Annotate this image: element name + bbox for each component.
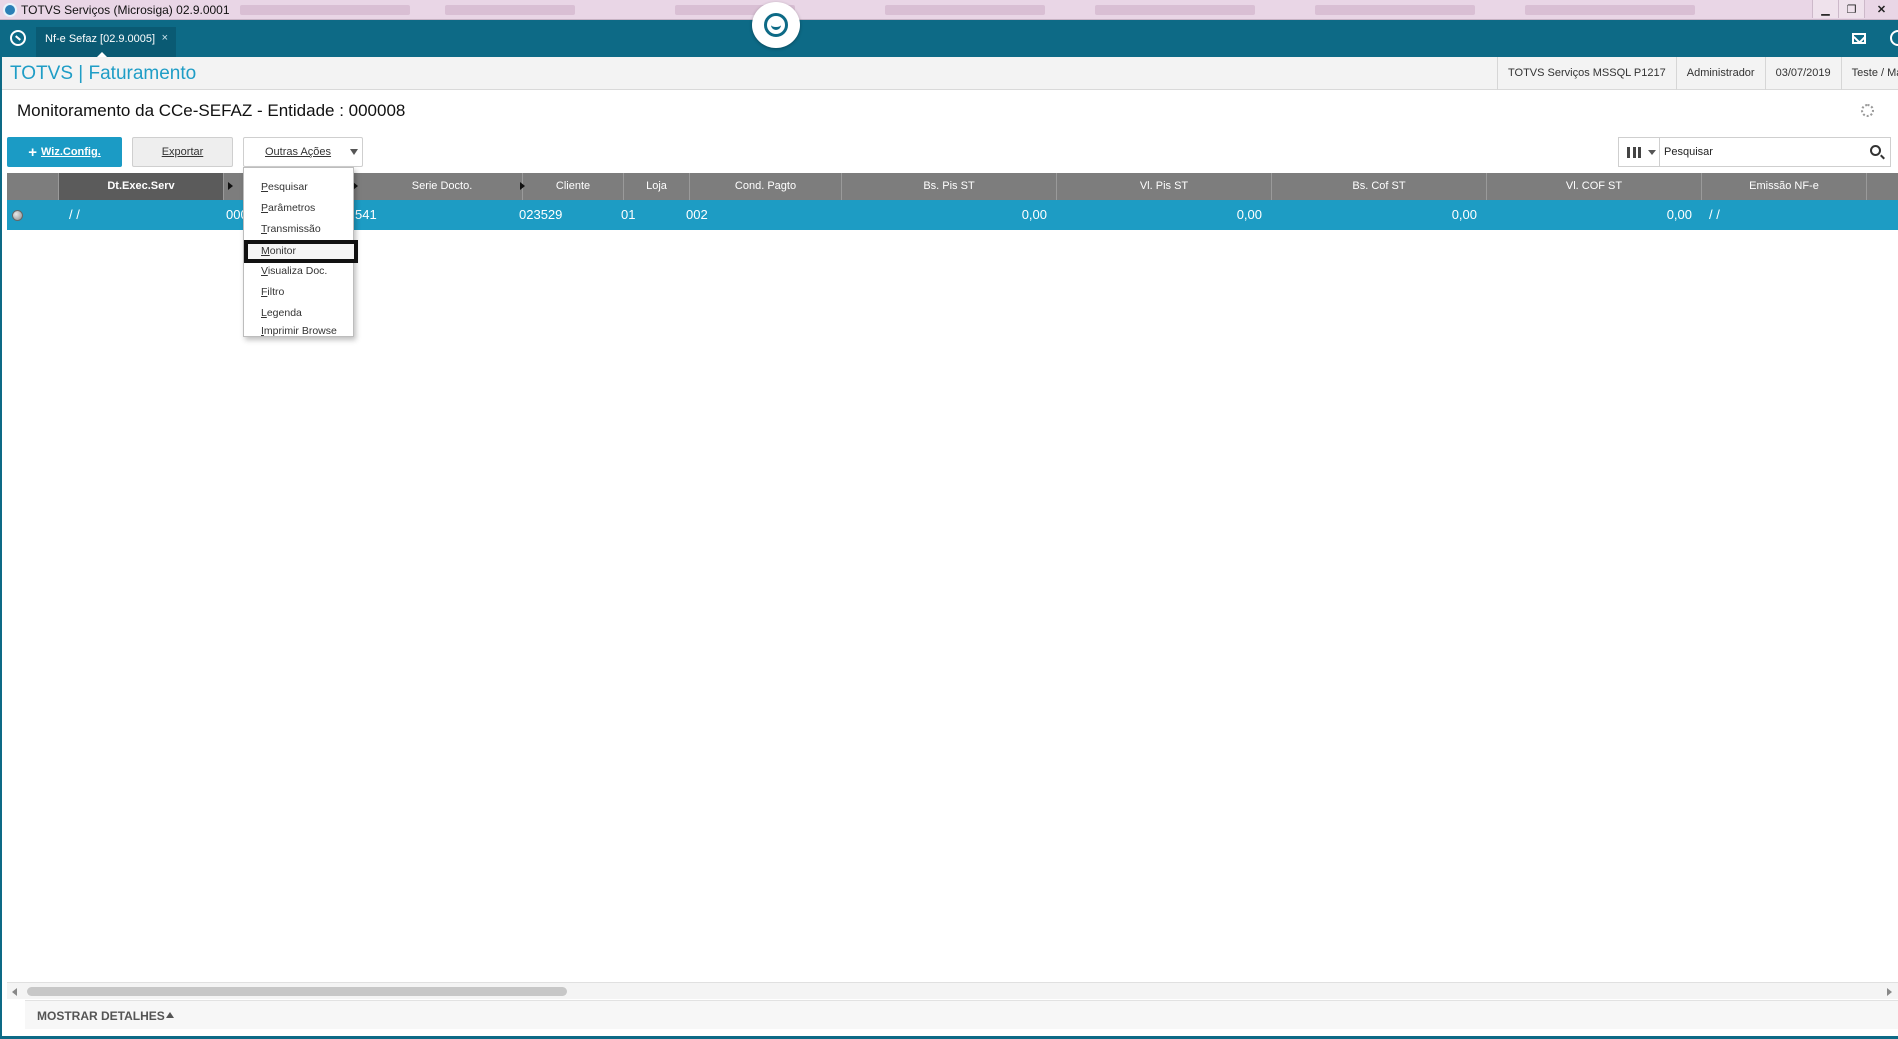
menu-item-mnemonic: M [261,245,270,257]
scroll-left-icon[interactable] [12,988,17,996]
background-tab-placeholder [445,5,575,15]
window-titlebar: TOTVS Serviços (Microsiga) 02.9.0001 ▁ ❐… [0,0,1898,20]
menu-item-visualiza-doc[interactable]: Visualiza Doc. [244,262,353,281]
menu-item-mnemonic: P [261,181,269,193]
totvs-logo [752,2,800,48]
column-resize-arrow-icon[interactable] [228,182,233,190]
more-actions-menu: Pesquisar Parâmetros Transmissão Monitor… [243,167,358,338]
show-details-label: MOSTRAR DETALHES [37,1009,165,1023]
date-info[interactable]: 03/07/2019 [1764,57,1841,90]
cell-serie-docto: 541 [355,207,377,222]
search-icon[interactable] [1870,145,1881,156]
background-tab-placeholder [885,5,1045,15]
search-input[interactable] [1664,142,1854,162]
home-icon[interactable] [10,30,26,46]
background-tab-placeholder [1525,5,1695,15]
window-title: TOTVS Serviços (Microsiga) 02.9.0001 [21,3,230,17]
column-header-emissao-nfe[interactable]: Emissão NF-e [1702,173,1867,200]
column-chooser-button[interactable] [1619,138,1660,166]
window-controls: ▁ ❐ ✕ [1812,0,1898,19]
horizontal-scrollbar[interactable] [7,982,1898,999]
session-info: TOTVS Serviços MSSQL P1217 Administrador… [1497,57,1898,90]
legend-column-header[interactable] [7,173,59,200]
cell-cliente: 023529 [519,207,563,222]
menu-item-imprimir-browse[interactable]: Imprimir Browse [244,325,353,338]
menu-item-label: isualiza Doc. [267,265,328,277]
more-actions-label: Outras Ações [265,146,332,158]
cell-bs-pis-st: 0,00 [1021,207,1047,222]
menu-item-transmissao[interactable]: Transmissão [244,220,353,239]
column-header-vl-cof-st[interactable]: Vl. COF ST [1487,173,1702,200]
menu-item-monitor[interactable]: Monitor [244,240,358,263]
show-details-bar[interactable]: MOSTRAR DETALHES [25,1000,1898,1029]
logo-mark-icon [764,13,788,37]
menu-item-mnemonic: P [261,202,269,214]
cell-bs-cof-st: 0,00 [1451,207,1477,222]
environment-info[interactable]: TOTVS Serviços MSSQL P1217 [1497,57,1676,90]
close-window-button[interactable]: ✕ [1864,0,1898,18]
status-legend-icon[interactable] [12,210,23,221]
chevron-down-icon [1648,150,1656,155]
background-tab-placeholder [240,5,410,15]
columns-icon [1627,147,1641,158]
column-header-bs-cof-st[interactable]: Bs. Cof ST [1272,173,1487,200]
column-header-bs-pis-st[interactable]: Bs. Pis ST [842,173,1057,200]
menu-item-label: onitor [269,245,297,257]
minimize-button[interactable]: ▁ [1812,0,1838,18]
module-header: TOTVS | Faturamento TOTVS Serviços MSSQL… [0,57,1898,90]
menu-item-label: esquisar [268,181,308,193]
export-button[interactable]: Exportar [132,137,233,167]
left-border [0,57,2,1039]
chevron-up-icon [166,1012,174,1018]
module-brand: TOTVS | Faturamento [10,63,197,84]
wiz-config-button[interactable]: + Wiz.Config. [7,137,122,167]
cell-vl-pis-st: 0,00 [1236,207,1262,222]
company-info[interactable]: Teste / Matr [1840,57,1898,90]
cell-vl-cof-st: 0,00 [1666,207,1692,222]
tab-nfe-sefaz[interactable]: Nf-e Sefaz [02.9.0005] × [36,27,176,58]
mail-icon[interactable] [1852,33,1866,44]
chevron-down-icon [350,149,358,155]
cell-dt-exec-serv: / / [69,207,80,222]
settings-gear-icon[interactable] [1861,104,1874,117]
menu-item-label: ransmissão [267,223,321,235]
search-box [1618,137,1891,167]
user-info[interactable]: Administrador [1675,57,1765,90]
scroll-right-icon[interactable] [1887,988,1892,996]
column-header-serie-docto[interactable]: Serie Docto. [362,173,523,200]
menu-item-legenda[interactable]: Legenda [244,304,353,323]
menu-item-label: iltro [267,286,285,298]
tab-bar: Nf-e Sefaz [02.9.0005] × [0,20,1898,58]
background-tab-placeholder [1095,5,1255,15]
menu-item-label: egenda [266,307,302,319]
scrollbar-thumb[interactable] [27,987,567,996]
menu-item-mnemonic: V [261,265,268,277]
menu-item-parametros[interactable]: Parâmetros [244,199,353,218]
column-header-dt-exec-serv[interactable]: Dt.Exec.Serv [59,173,224,200]
page-title: Monitoramento da CCe-SEFAZ - Entidade : … [17,101,406,120]
column-header-cond-pagto[interactable]: Cond. Pagto [690,173,842,200]
restore-button[interactable]: ❐ [1838,0,1864,18]
cell-cond-pagto: 002 [686,207,708,222]
tab-label: Nf-e Sefaz [02.9.0005] [45,33,156,45]
cell-loja: 01 [621,207,636,222]
menu-item-pesquisar[interactable]: Pesquisar [244,178,353,197]
app-icon [3,3,17,17]
more-actions-button[interactable]: Outras Ações [243,137,363,167]
cell-emissao-nfe: / / [1709,207,1720,222]
column-header-cliente[interactable]: Cliente [523,173,624,200]
user-menu-icon[interactable] [1890,30,1898,46]
menu-item-label: arâmetros [268,202,316,214]
column-header-vl-pis-st[interactable]: Vl. Pis ST [1057,173,1272,200]
wiz-config-label: Wiz.Config. [40,146,101,158]
plus-icon: + [28,143,37,161]
menu-item-filtro[interactable]: Filtro [244,283,353,302]
background-tab-placeholder [1315,5,1475,15]
export-label: Exportar [161,146,204,158]
column-header-loja[interactable]: Loja [624,173,690,200]
menu-item-label: mprimir Browse [263,325,337,337]
tab-close-icon[interactable]: × [162,32,168,44]
